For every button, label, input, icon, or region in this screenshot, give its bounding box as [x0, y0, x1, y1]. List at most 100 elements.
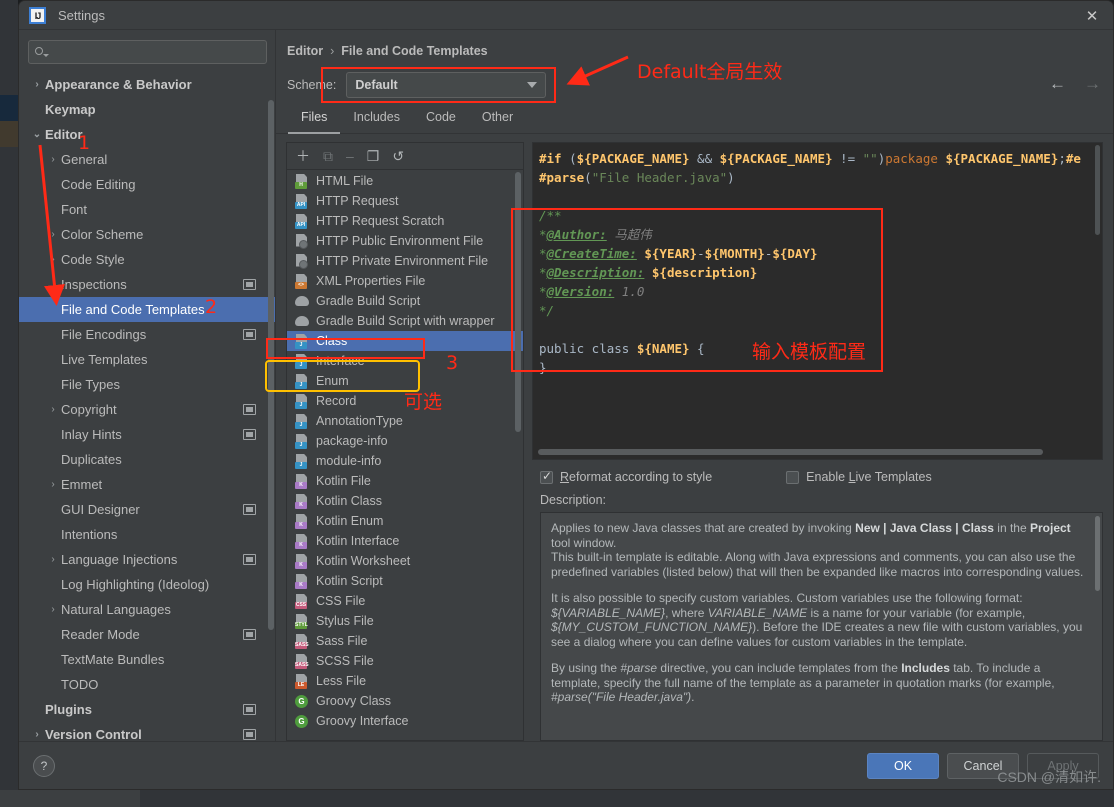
sidebar-item-live-templates[interactable]: Live Templates: [19, 347, 276, 372]
template-list-item[interactable]: <> XML Properties File: [287, 271, 523, 291]
template-list-item[interactable]: K Kotlin Interface: [287, 531, 523, 551]
sidebar-item-intentions[interactable]: Intentions: [19, 522, 276, 547]
sidebar-item-label: Language Injections: [61, 552, 178, 567]
chevron-right-icon[interactable]: ›: [45, 604, 61, 615]
sidebar-item-label: Reader Mode: [61, 627, 140, 642]
code-horizontal-scrollbar[interactable]: [538, 449, 1043, 455]
sidebar-item-code-style[interactable]: › Code Style: [19, 247, 276, 272]
sidebar-scrollbar[interactable]: [268, 100, 274, 630]
sidebar-item-reader-mode[interactable]: Reader Mode: [19, 622, 276, 647]
sidebar-item-language-injections[interactable]: › Language Injections: [19, 547, 276, 572]
plus-icon[interactable]: ＋: [296, 149, 310, 163]
sidebar-item-label: General: [61, 152, 108, 167]
sidebar-item-keymap[interactable]: Keymap: [19, 97, 276, 122]
sidebar-item-inlay-hints[interactable]: Inlay Hints: [19, 422, 276, 447]
template-list-item[interactable]: J Interface: [287, 351, 523, 371]
tab-files[interactable]: Files: [288, 104, 341, 134]
chevron-right-icon[interactable]: ›: [45, 229, 61, 240]
template-list-item[interactable]: Gradle Build Script with wrapper: [287, 311, 523, 331]
sidebar-item-natural-languages[interactable]: › Natural Languages: [19, 597, 276, 622]
help-button[interactable]: ?: [33, 754, 55, 777]
chevron-right-icon[interactable]: ›: [45, 479, 61, 490]
chevron-right-icon[interactable]: ›: [29, 79, 45, 90]
code-vertical-scrollbar[interactable]: [1095, 145, 1100, 235]
sidebar-item-editor[interactable]: ⌄ Editor: [19, 122, 276, 147]
template-list-item[interactable]: J Class: [287, 331, 523, 351]
stylus-file-icon: STYL: [295, 613, 309, 629]
template-list-item[interactable]: API HTTP Request: [287, 191, 523, 211]
template-list-item[interactable]: K Kotlin Class: [287, 491, 523, 511]
template-list-item[interactable]: K Kotlin File: [287, 471, 523, 491]
live-templates-checkbox[interactable]: Enable Live Templates: [786, 470, 932, 484]
sidebar-item-copyright[interactable]: › Copyright: [19, 397, 276, 422]
java-class-icon: J: [295, 373, 309, 389]
sidebar-item-font[interactable]: Font: [19, 197, 276, 222]
reformat-checkbox[interactable]: Reformat according to style: [540, 469, 712, 484]
sidebar-item-textmate-bundles[interactable]: TextMate Bundles: [19, 647, 276, 672]
chevron-down-icon[interactable]: ⌄: [29, 129, 45, 140]
sidebar-item-log-highlighting-ideolog[interactable]: Log Highlighting (Ideolog): [19, 572, 276, 597]
sidebar-item-general[interactable]: › General: [19, 147, 276, 172]
search-input[interactable]: [28, 40, 267, 64]
template-item-label: Kotlin File: [316, 474, 371, 488]
chevron-right-icon[interactable]: ›: [45, 154, 61, 165]
ok-button[interactable]: OK: [867, 752, 939, 779]
sidebar-item-plugins[interactable]: Plugins: [19, 697, 276, 722]
sidebar-item-color-scheme[interactable]: › Color Scheme: [19, 222, 276, 247]
template-list-item[interactable]: K Kotlin Script: [287, 571, 523, 591]
description-scrollbar[interactable]: [1095, 516, 1100, 591]
arrow-right-icon[interactable]: →: [1084, 74, 1101, 94]
template-list-item[interactable]: API HTTP Request Scratch: [287, 211, 523, 231]
sidebar-item-label: Appearance & Behavior: [45, 77, 192, 92]
sidebar-item-inspections[interactable]: Inspections: [19, 272, 276, 297]
template-list-item[interactable]: J Record: [287, 391, 523, 411]
template-list-item[interactable]: CSS CSS File: [287, 591, 523, 611]
template-list-scrollbar[interactable]: [515, 172, 521, 432]
close-icon[interactable]: ✕: [1077, 4, 1107, 27]
template-list-item[interactable]: STYL Stylus File: [287, 611, 523, 631]
breadcrumb-parent[interactable]: Editor: [287, 44, 323, 58]
groovy-class-icon: G: [295, 714, 309, 729]
code-line: *@Version: 1.0: [539, 284, 645, 299]
project-scope-icon: [243, 504, 256, 515]
sidebar-item-file-and-code-templates[interactable]: File and Code Templates: [19, 297, 276, 322]
sidebar-item-version-control[interactable]: › Version Control: [19, 722, 276, 741]
chevron-right-icon[interactable]: ›: [29, 729, 45, 740]
template-list-item[interactable]: K Kotlin Worksheet: [287, 551, 523, 571]
sidebar-item-file-encodings[interactable]: File Encodings: [19, 322, 276, 347]
template-list-item[interactable]: K Kotlin Enum: [287, 511, 523, 531]
template-list-item[interactable]: H HTML File: [287, 171, 523, 191]
template-list-item[interactable]: SASS SCSS File: [287, 651, 523, 671]
template-list-item[interactable]: Gradle Build Script: [287, 291, 523, 311]
template-list-item[interactable]: HTTP Private Environment File: [287, 251, 523, 271]
sidebar-item-gui-designer[interactable]: GUI Designer: [19, 497, 276, 522]
sidebar-item-label: Plugins: [45, 702, 92, 717]
sidebar-item-duplicates[interactable]: Duplicates: [19, 447, 276, 472]
java-class-icon: J: [295, 413, 309, 429]
sidebar-item-code-editing[interactable]: Code Editing: [19, 172, 276, 197]
template-list-item[interactable]: J AnnotationType: [287, 411, 523, 431]
template-code-editor[interactable]: #if (${PACKAGE_NAME} && ${PACKAGE_NAME} …: [532, 142, 1103, 460]
tab-includes[interactable]: Includes: [340, 104, 413, 134]
sidebar-item-file-types[interactable]: File Types: [19, 372, 276, 397]
template-list-item[interactable]: Jmodule-info: [287, 451, 523, 471]
template-list-item[interactable]: J Enum: [287, 371, 523, 391]
template-list-item[interactable]: G Groovy Interface: [287, 711, 523, 731]
template-list-item[interactable]: Jpackage-info: [287, 431, 523, 451]
chevron-right-icon[interactable]: ›: [45, 254, 61, 265]
scheme-dropdown[interactable]: Default: [346, 72, 547, 98]
sidebar-item-appearance-behavior[interactable]: › Appearance & Behavior: [19, 72, 276, 97]
duplicate-icon[interactable]: ❐: [367, 149, 380, 163]
template-list-item[interactable]: G Groovy Class: [287, 691, 523, 711]
tab-other[interactable]: Other: [469, 104, 526, 134]
template-list-item[interactable]: LE Less File: [287, 671, 523, 691]
sidebar-item-todo[interactable]: TODO: [19, 672, 276, 697]
chevron-right-icon[interactable]: ›: [45, 554, 61, 565]
chevron-right-icon[interactable]: ›: [45, 404, 61, 415]
reset-icon[interactable]: ↺: [392, 149, 404, 163]
template-list-item[interactable]: HTTP Public Environment File: [287, 231, 523, 251]
template-list-item[interactable]: SASS Sass File: [287, 631, 523, 651]
sidebar-item-emmet[interactable]: › Emmet: [19, 472, 276, 497]
arrow-left-icon[interactable]: ←: [1049, 74, 1066, 94]
tab-code[interactable]: Code: [413, 104, 469, 134]
